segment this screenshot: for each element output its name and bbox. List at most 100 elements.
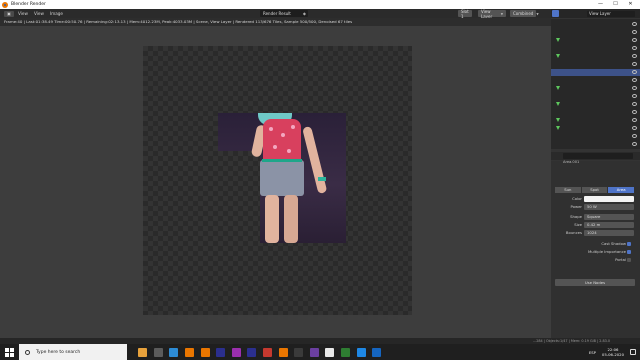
taskbar-app-icon[interactable]	[153, 347, 163, 357]
pass-dropdown[interactable]: Combined ▼	[510, 10, 539, 17]
outliner-row[interactable]	[551, 117, 640, 124]
eye-icon[interactable]	[632, 38, 637, 42]
taskbar-app-icon[interactable]	[138, 347, 148, 357]
outliner-row[interactable]	[551, 37, 640, 44]
menu-image[interactable]: Image	[50, 11, 63, 16]
bounces-field[interactable]: 1024	[584, 230, 634, 236]
multiple-importance-row: Multiple Importance	[551, 249, 640, 255]
taskbar-app-icon[interactable]	[372, 347, 382, 357]
taskbar-app-icon[interactable]	[231, 347, 241, 357]
taskbar-app-icon[interactable]	[325, 347, 335, 357]
image-selector[interactable]: Render Result ◆	[260, 10, 308, 17]
outliner-row[interactable]	[551, 141, 640, 148]
notifications-icon[interactable]	[630, 349, 636, 355]
outliner-row[interactable]	[551, 53, 640, 60]
eye-icon[interactable]	[632, 110, 637, 114]
taskbar-apps	[135, 347, 385, 357]
color-label: Color	[572, 196, 582, 201]
eye-icon[interactable]	[632, 70, 637, 74]
properties-header	[551, 152, 640, 160]
pin-icon[interactable]: ◆	[303, 11, 306, 16]
taskbar-app-icon[interactable]	[294, 347, 304, 357]
taskbar-app-icon[interactable]	[278, 347, 288, 357]
clock[interactable]: 22:06 05-06-2020	[602, 347, 624, 357]
color-swatch[interactable]	[584, 196, 634, 202]
eye-icon[interactable]	[632, 134, 637, 138]
eye-icon[interactable]	[632, 46, 637, 50]
menu-view-2[interactable]: View	[34, 11, 44, 16]
outliner-row[interactable]	[551, 85, 640, 92]
properties-search-input[interactable]	[563, 153, 633, 159]
taskbar-search[interactable]: Type here to search	[19, 344, 127, 360]
mesh-icon	[556, 118, 560, 122]
view-layer-icon[interactable]	[552, 10, 559, 17]
outliner-row[interactable]	[551, 93, 640, 100]
tab-area[interactable]: Area	[608, 187, 635, 193]
power-field[interactable]: 50 W	[584, 204, 634, 210]
eye-icon[interactable]	[632, 54, 637, 58]
multiple-importance-checkbox[interactable]	[627, 250, 631, 254]
light-type-tabs: Sun Spot Area	[555, 187, 635, 193]
outliner-row[interactable]	[551, 61, 640, 68]
unrendered-tiles	[218, 151, 260, 243]
maximize-button[interactable]: ☐	[608, 0, 623, 9]
outliner-row[interactable]	[551, 125, 640, 132]
search-icon	[25, 349, 30, 355]
image-name: Render Result	[263, 11, 291, 16]
shape-dropdown[interactable]: Square	[584, 214, 634, 220]
taskbar-app-icon[interactable]	[263, 347, 273, 357]
taskbar-app-icon[interactable]	[309, 347, 319, 357]
eye-icon[interactable]	[632, 30, 637, 34]
slot-dropdown[interactable]: Slot 1	[458, 8, 472, 19]
eye-icon[interactable]	[632, 126, 637, 130]
use-nodes-button[interactable]: Use Nodes	[555, 279, 635, 286]
outliner-row[interactable]	[551, 21, 640, 28]
taskbar-app-icon[interactable]	[356, 347, 366, 357]
right-panel: View Layer Area.001 Sun Spot Area Color	[551, 9, 640, 349]
outliner-row[interactable]	[551, 133, 640, 140]
tab-spot[interactable]: Spot	[581, 187, 608, 193]
taskbar-app-icon[interactable]	[200, 347, 210, 357]
character-arm-right	[302, 125, 328, 195]
outliner-row[interactable]	[551, 101, 640, 108]
image-editor-icon[interactable]: ▣	[4, 10, 14, 17]
menu-view-1[interactable]: View	[18, 11, 28, 16]
eye-icon[interactable]	[632, 142, 637, 146]
portal-checkbox[interactable]	[627, 258, 631, 262]
character-wristband	[318, 177, 326, 181]
language-indicator[interactable]: ESP	[589, 350, 596, 355]
eye-icon[interactable]	[632, 86, 637, 90]
mesh-icon	[556, 38, 560, 42]
clock-date: 05-06-2020	[601, 352, 624, 357]
eye-icon[interactable]	[632, 62, 637, 66]
multiple-importance-label: Multiple Importance	[587, 249, 626, 254]
taskbar-app-icon[interactable]	[185, 347, 195, 357]
outliner-row[interactable]	[551, 45, 640, 52]
minimize-button[interactable]: —	[593, 0, 608, 9]
taskbar-app-icon[interactable]	[216, 347, 226, 357]
view-layer-field[interactable]: View Layer	[587, 10, 635, 17]
outliner-row[interactable]	[551, 29, 640, 36]
taskbar-app-icon[interactable]	[169, 347, 179, 357]
outliner-row-selected[interactable]	[551, 69, 640, 76]
eye-icon[interactable]	[632, 22, 637, 26]
eye-icon[interactable]	[632, 78, 637, 82]
windows-start-icon[interactable]	[5, 347, 14, 357]
image-viewport[interactable]	[0, 26, 551, 348]
eye-icon[interactable]	[632, 118, 637, 122]
close-button[interactable]: ✕	[623, 0, 638, 9]
character-shorts	[260, 160, 304, 196]
outliner[interactable]	[551, 19, 640, 149]
outliner-row[interactable]	[551, 109, 640, 116]
size-field[interactable]: 0.42 m	[584, 222, 634, 228]
eye-icon[interactable]	[632, 94, 637, 98]
slot-label: Slot 1	[461, 8, 469, 19]
outliner-row[interactable]	[551, 77, 640, 84]
tab-sun[interactable]: Sun	[555, 187, 581, 193]
taskbar-app-icon[interactable]	[247, 347, 257, 357]
eye-icon[interactable]	[632, 102, 637, 106]
taskbar-app-icon[interactable]	[341, 347, 351, 357]
view-layer-dropdown[interactable]: View Layer ▼	[478, 9, 506, 19]
character-leg-left	[265, 195, 279, 243]
cast-shadow-checkbox[interactable]	[627, 242, 631, 246]
